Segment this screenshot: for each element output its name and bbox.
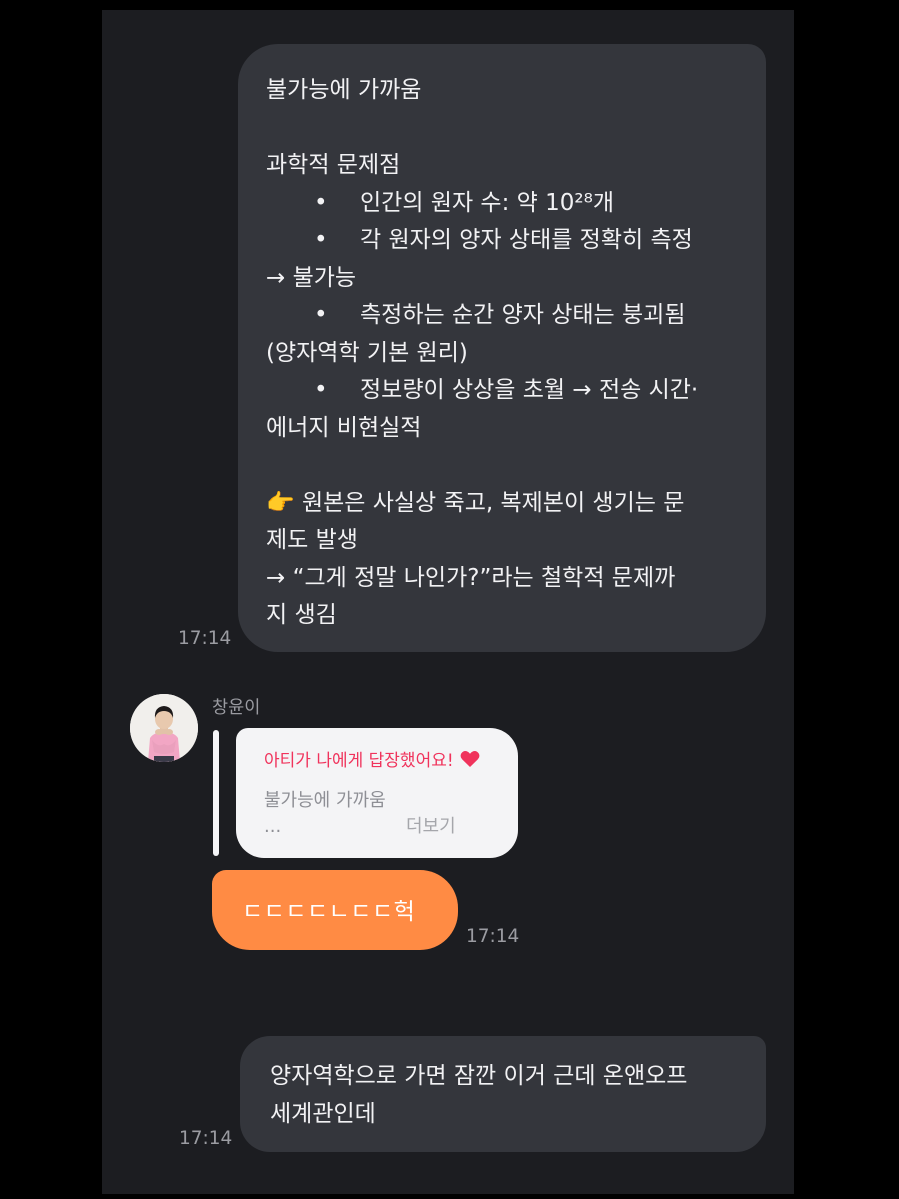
heart-icon [460, 750, 480, 773]
message-line-blank [266, 447, 736, 485]
message-timestamp: 17:14 [178, 628, 232, 649]
message-line: 제도 발생 [266, 527, 358, 553]
see-more-link[interactable]: 더보기 [406, 812, 456, 838]
message-line: → “그게 정말 나인가?”라는 철학적 문제까 [266, 564, 676, 591]
quoted-message-text: 불가능에 가까움 [264, 790, 386, 811]
message-line: 지 생김 [266, 602, 337, 628]
reply-preview-card[interactable]: 아티가 나에게 답장했어요! 불가능에 가까움 ... 더보기 [236, 728, 518, 858]
message-timestamp: 17:14 [466, 926, 520, 947]
message-line: 과학적 문제점 [266, 152, 401, 178]
chat-screen: 불가능에 가까움 과학적 문제점 인간의 원자 수: 약 10²⁸개 각 원자의… [102, 10, 794, 1194]
bullet-line: 인간의 원자 수: 약 10²⁸개 [266, 185, 736, 223]
message-line: 👉 원본은 사실상 죽고, 복제본이 생기는 문 [266, 489, 685, 516]
message-line: → 불가능 [266, 264, 357, 291]
reply-indicator-bar [213, 730, 219, 856]
message-line: (양자역학 기본 원리) [266, 339, 468, 366]
message-timestamp: 17:14 [179, 1128, 233, 1149]
outgoing-message-bubble[interactable]: 양자역학으로 가면 잠깐 이거 근데 온앤오프 세계관인데 [240, 1036, 766, 1152]
bullet-line: 측정하는 순간 양자 상태는 붕괴됨 [266, 297, 736, 335]
reply-header-text: 아티가 나에게 답장했어요! [264, 751, 454, 771]
message-line: 양자역학으로 가면 잠깐 이거 근데 온앤오프 [270, 1063, 688, 1089]
message-line: 불가능에 가까움 [266, 77, 422, 103]
bullet-line: 각 원자의 양자 상태를 정확히 측정 [266, 222, 736, 260]
quoted-ellipsis: ... [264, 816, 282, 837]
incoming-message-bubble[interactable]: ㄷㄷㄷㄷㄴㄷㄷ헉 [212, 870, 458, 950]
outgoing-message-bubble[interactable]: 불가능에 가까움 과학적 문제점 인간의 원자 수: 약 10²⁸개 각 원자의… [238, 44, 766, 652]
profile-photo-avatar[interactable] [130, 694, 198, 762]
message-line-blank [266, 110, 736, 148]
message-line: 세계관인데 [270, 1100, 376, 1127]
reply-header: 아티가 나에게 답장했어요! [264, 746, 480, 773]
sender-name: 창윤이 [212, 698, 261, 718]
message-line: 에너지 비현실적 [266, 414, 422, 441]
bullet-line: 정보량이 상상을 초월 → 전송 시간· [266, 372, 736, 410]
